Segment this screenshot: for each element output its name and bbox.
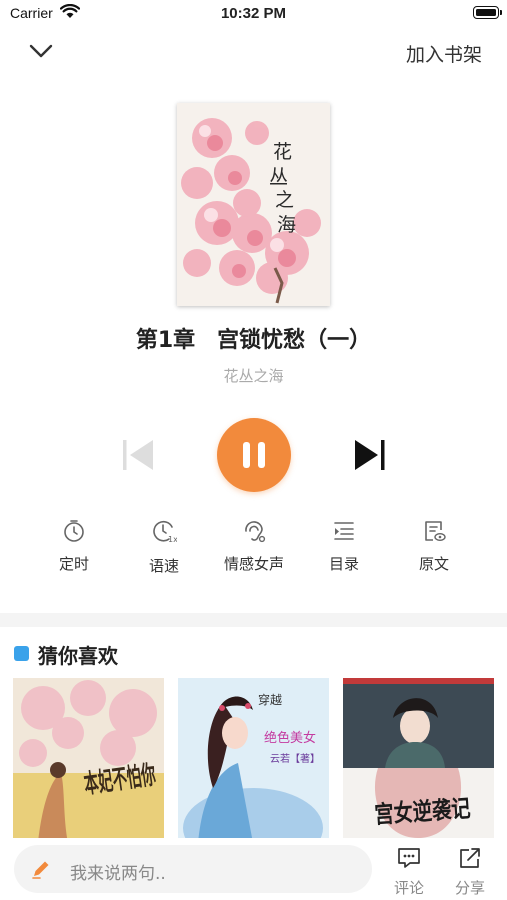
- original-text-button[interactable]: 原文: [394, 518, 474, 574]
- cover-title-char: 花: [273, 141, 292, 163]
- timer-icon: [64, 520, 84, 542]
- next-chapter-button[interactable]: [352, 436, 388, 474]
- chapter-title: 第1章 宫锁忧愁（一）: [135, 328, 372, 353]
- recommended-book-3[interactable]: 宫女逆袭记: [343, 678, 494, 843]
- tool-label: 语速: [148, 557, 179, 575]
- recommended-book-1[interactable]: 本妃不怕你: [13, 678, 164, 843]
- tool-label: 原文: [418, 555, 449, 573]
- comment-icon: [398, 848, 420, 868]
- book-cover-author: 云若【著】: [270, 752, 320, 765]
- catalog-icon: [334, 522, 354, 540]
- recommend-title: 猜你喜欢: [38, 644, 118, 668]
- cover-title-char: 丛: [269, 166, 288, 188]
- tool-label: 目录: [328, 555, 359, 573]
- pencil-icon: [32, 861, 49, 879]
- svg-text:1x: 1x: [168, 535, 177, 544]
- cover-title-char: 之: [275, 189, 294, 211]
- book-cover: 花 丛 之 海: [177, 103, 330, 306]
- pause-button[interactable]: [217, 418, 291, 492]
- book-name: 花丛之海: [223, 367, 284, 385]
- share-icon: [460, 848, 480, 868]
- timer-button[interactable]: 定时: [34, 518, 114, 574]
- catalog-button[interactable]: 目录: [304, 518, 384, 574]
- comment-label: 评论: [393, 879, 424, 897]
- speed-icon: 1x: [153, 520, 177, 544]
- voice-icon: [245, 521, 266, 543]
- tool-label: 情感女声: [223, 555, 284, 573]
- previous-chapter-button[interactable]: [120, 436, 156, 474]
- voice-button[interactable]: 情感女声: [214, 518, 294, 574]
- book-cover-title: 穿越: [258, 692, 282, 707]
- cover-title-char: 海: [277, 214, 296, 236]
- recommended-book-2[interactable]: 穿越 绝色美女 云若【著】: [178, 678, 329, 843]
- add-to-shelf-button[interactable]: 加入书架: [406, 40, 482, 67]
- book-cover-subtitle: 绝色美女: [264, 730, 316, 746]
- speed-button[interactable]: 1x 语速: [124, 518, 204, 576]
- comment-button[interactable]: 评论: [387, 846, 431, 898]
- battery-icon: [473, 6, 502, 19]
- comment-input[interactable]: [14, 845, 372, 893]
- share-button[interactable]: 分享: [448, 846, 492, 898]
- status-bar: Carrier 10:32 PM: [0, 0, 507, 28]
- pause-icon: [243, 442, 265, 468]
- original-text-icon: [425, 521, 446, 541]
- clock: 10:32 PM: [220, 5, 287, 22]
- section-divider: [0, 613, 507, 627]
- section-marker-icon: [14, 646, 29, 661]
- comment-placeholder: 我来说两句..: [70, 864, 166, 884]
- share-label: 分享: [454, 879, 485, 897]
- chevron-down-icon[interactable]: [24, 36, 58, 66]
- tool-label: 定时: [58, 555, 89, 573]
